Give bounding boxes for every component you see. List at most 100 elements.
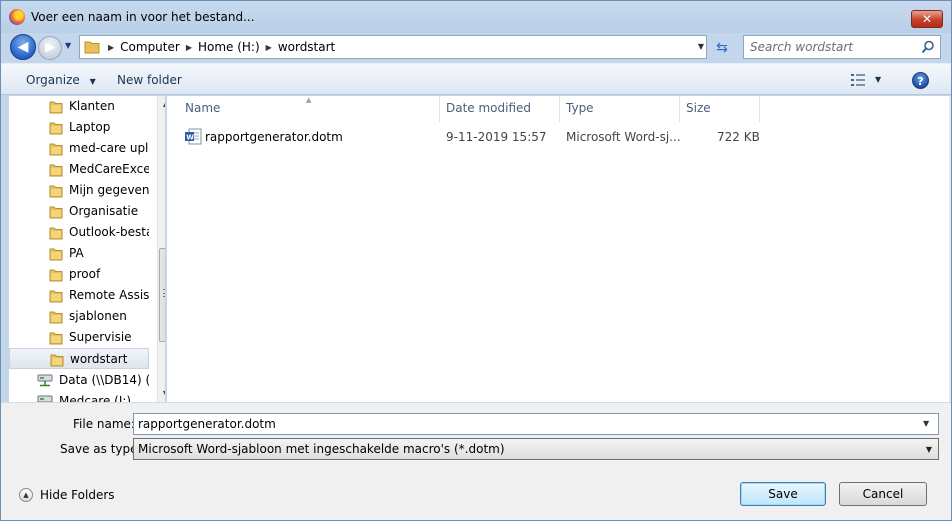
nav-folder-label: med-care uplo [69, 141, 149, 155]
cancel-button[interactable]: Cancel [839, 482, 927, 506]
chevron-right-icon[interactable]: ▶ [108, 43, 114, 52]
nav-folder-item[interactable]: Supervisie [9, 327, 149, 348]
column-separator[interactable] [679, 96, 680, 122]
file-row[interactable]: W rapportgenerator.dotm 9-11-2019 15:57 … [179, 126, 769, 148]
nav-folder-label: Mijn gegevens [69, 183, 149, 197]
back-button[interactable]: ◀ [10, 34, 36, 60]
nav-drive-label: Medcare (J:) [59, 394, 132, 402]
nav-folder-item[interactable]: sjablonen [9, 306, 149, 327]
nav-folder-label: Outlook-bestar [69, 225, 149, 239]
svg-text:W: W [186, 134, 194, 142]
file-type: Microsoft Word-sj... [566, 130, 681, 144]
nav-folder-item[interactable]: Remote Assista [9, 285, 149, 306]
scroll-down-icon[interactable]: ▼ [158, 386, 165, 402]
refresh-button[interactable]: ⇆ [711, 37, 733, 57]
nav-folder-label: Supervisie [69, 330, 132, 344]
scrollbar-thumb[interactable] [159, 248, 165, 342]
address-history-dropdown[interactable]: ▼ [698, 42, 704, 51]
refresh-icon: ⇆ [716, 40, 728, 56]
nav-folder-item[interactable]: Outlook-bestar [9, 222, 149, 243]
save-as-type-select[interactable]: Microsoft Word-sjabloon met ingeschakeld… [133, 438, 939, 460]
network-drive-icon [37, 395, 53, 402]
folder-icon [49, 122, 63, 135]
nav-folder-item[interactable]: Klanten [9, 96, 149, 117]
nav-folder-label: PA [69, 246, 84, 260]
file-name-label: File name: [73, 417, 135, 431]
forward-button[interactable]: ▶ [38, 36, 62, 60]
nav-folder-item[interactable]: Laptop [9, 117, 149, 138]
save-as-type-label: Save as type: [60, 442, 142, 456]
window-title: Voer een naam in voor het bestand... [31, 10, 255, 24]
nav-folder-label: MedCareExcep [69, 162, 149, 176]
folder-icon [49, 164, 63, 177]
nav-folder-item[interactable]: med-care uplo [9, 138, 149, 159]
search-input[interactable]: Search wordstart [750, 40, 853, 54]
nav-folder-label: Remote Assista [69, 288, 149, 302]
save-options-panel: File name: ▼ Save as type: Microsoft Wor… [1, 402, 951, 520]
column-header-date-modified[interactable]: Date modified [446, 101, 531, 115]
title-bar[interactable]: Voer een naam in voor het bestand... ✕ [1, 1, 951, 33]
organize-menu[interactable]: Organize ▼ [26, 73, 96, 87]
nav-folder-label: sjablonen [69, 309, 127, 323]
nav-scrollbar[interactable]: ▲ ▼ [157, 96, 165, 402]
folder-icon [49, 206, 63, 219]
nav-folder-item[interactable]: Mijn gegevens [9, 180, 149, 201]
search-box[interactable]: Search wordstart [743, 35, 941, 59]
nav-drive-item[interactable]: Medcare (J:) [9, 391, 149, 402]
word-document-icon: W [185, 128, 202, 145]
address-bar[interactable]: ▶ Computer ▶ Home (H:) ▶ wordstart ▼ [79, 35, 707, 59]
hide-folders-label: Hide Folders [40, 488, 115, 502]
column-header-size[interactable]: Size [686, 101, 711, 115]
view-dropdown[interactable]: ▼ [875, 75, 881, 84]
breadcrumb-wordstart[interactable]: wordstart [278, 40, 335, 54]
nav-folder-label: Laptop [69, 120, 111, 134]
breadcrumb-home[interactable]: Home (H:) [198, 40, 260, 54]
column-separator[interactable] [439, 96, 440, 122]
file-name-input[interactable] [133, 413, 939, 435]
save-dialog-window: Voer een naam in voor het bestand... ✕ ◀… [0, 0, 952, 521]
nav-folder-item[interactable]: MedCareExcep [9, 159, 149, 180]
column-header-name[interactable]: Name [185, 101, 220, 115]
chevron-up-icon: ▲ [19, 488, 33, 502]
file-list-edge [949, 96, 951, 402]
nav-folder-item[interactable]: Organisatie [9, 201, 149, 222]
breadcrumb-computer[interactable]: Computer [120, 40, 180, 54]
organize-label: Organize [26, 73, 80, 87]
new-folder-button[interactable]: New folder [117, 73, 182, 87]
nav-folder-item[interactable]: PA [9, 243, 149, 264]
recent-pages-dropdown[interactable]: ▼ [65, 41, 75, 51]
sort-ascending-icon: ▲ [306, 96, 312, 104]
file-name-dropdown[interactable]: ▼ [923, 419, 929, 428]
save-as-type-value: Microsoft Word-sjabloon met ingeschakeld… [138, 442, 505, 456]
file-list: ▲ Name Date modified Type Size W rapport… [167, 96, 951, 402]
chevron-right-icon[interactable]: ▶ [186, 43, 192, 52]
nav-drive-item[interactable]: Data (\\DB14) (I:) [9, 370, 149, 391]
nav-folder-item[interactable]: proof [9, 264, 149, 285]
folder-icon [50, 354, 64, 367]
command-toolbar: Organize ▼ New folder ▼ ? [1, 63, 951, 95]
chevron-right-icon[interactable]: ▶ [266, 43, 272, 52]
nav-drive-label: Data (\\DB14) (I:) [59, 373, 149, 387]
column-header-type[interactable]: Type [566, 101, 594, 115]
close-button[interactable]: ✕ [911, 10, 943, 28]
folder-icon [49, 290, 63, 303]
file-date-modified: 9-11-2019 15:57 [446, 130, 547, 144]
view-options-icon[interactable] [851, 74, 865, 86]
folder-icon [84, 41, 100, 54]
navigation-pane: Klanten Laptop med-care uplo MedCareExcep Mi… [9, 96, 165, 402]
nav-folder-item[interactable]: wordstart [9, 348, 149, 369]
folder-icon [49, 227, 63, 240]
folder-icon [49, 248, 63, 261]
scroll-up-icon[interactable]: ▲ [158, 96, 165, 112]
network-drive-icon [37, 374, 53, 387]
chevron-down-icon: ▼ [925, 445, 932, 454]
folder-icon [49, 101, 63, 114]
nav-folder-label: wordstart [70, 352, 128, 366]
help-icon[interactable]: ? [912, 72, 929, 89]
column-separator[interactable] [559, 96, 560, 122]
column-separator[interactable] [759, 96, 760, 122]
save-button[interactable]: Save [740, 482, 826, 506]
file-size: 722 KB [717, 130, 760, 144]
chevron-down-icon: ▼ [89, 77, 96, 86]
folder-icon [49, 143, 63, 156]
